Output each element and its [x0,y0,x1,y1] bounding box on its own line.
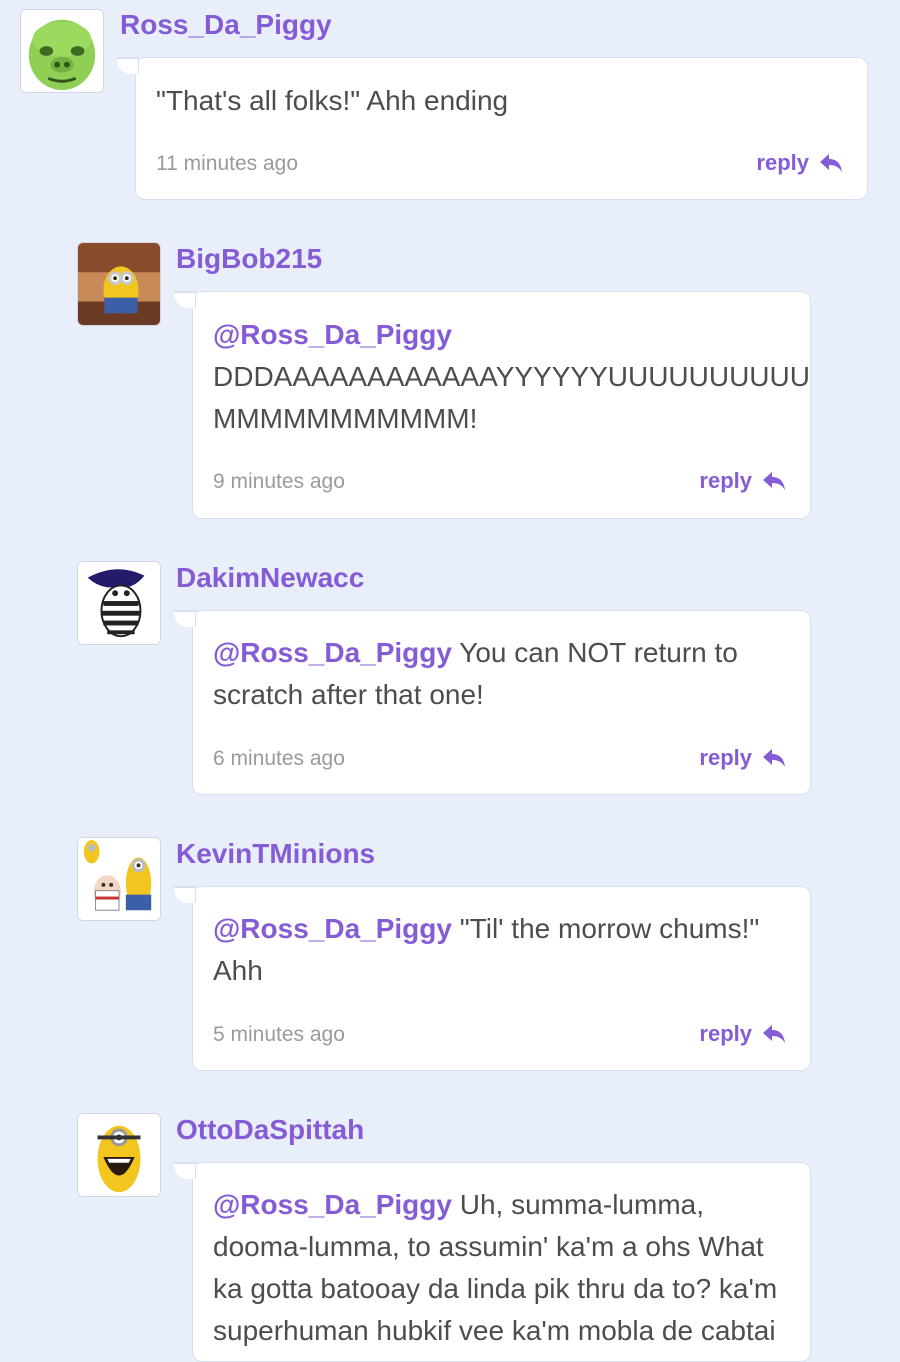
green-pig-avatar-icon [21,10,103,92]
timestamp: 5 minutes ago [213,1023,345,1046]
comment-text: @Ross_Da_Piggy You can NOT return to scr… [213,632,786,716]
reply-arrow-icon [820,154,842,172]
username[interactable]: OttoDaSpittah [176,1114,364,1146]
reply-label: reply [699,468,752,493]
avatar[interactable] [20,9,104,93]
reply-label: reply [756,150,809,175]
mention-link[interactable]: @Ross_Da_Piggy [213,319,452,350]
username[interactable]: KevinTMinions [176,838,375,870]
mention-link[interactable]: @Ross_Da_Piggy [213,637,452,668]
reply-arrow-icon [763,749,785,767]
reply-label: reply [699,1021,752,1046]
avatar[interactable] [77,1113,161,1197]
reply-button[interactable]: reply [699,468,786,494]
timestamp: 6 minutes ago [213,747,345,770]
comment-body: DDDAAAAAAAAAAAAYYYYYYUUUUUUUUUU MMMMMMMM… [213,361,810,434]
laughing-minion-avatar-icon [78,1114,160,1196]
comment-bubble: "That's all folks!" Ahh ending 11 minute… [117,57,868,200]
username[interactable]: DakimNewacc [176,562,364,594]
comment-bubble: @Ross_Da_Piggy "Til' the morrow chums!" … [174,886,811,1071]
comment-text: @Ross_Da_Piggy Uh, summa-lumma, dooma-lu… [213,1184,786,1352]
reply-button[interactable]: reply [699,745,786,771]
avatar[interactable] [77,837,161,921]
comment-text: "That's all folks!" Ahh ending [156,80,843,122]
reply-arrow-icon [763,1025,785,1043]
comment-bubble: @Ross_Da_Piggy Uh, summa-lumma, dooma-lu… [174,1162,811,1362]
username[interactable]: BigBob215 [176,243,322,275]
timestamp: 9 minutes ago [213,470,345,493]
striped-character-avatar-icon [78,562,160,644]
comment-text: @Ross_Da_Piggy DDDAAAAAAAAAAAAYYYYYYUUUU… [213,314,810,440]
mention-link[interactable]: @Ross_Da_Piggy [213,1189,452,1220]
minion-avatar-icon [78,243,160,325]
reply-arrow-icon [763,472,785,490]
mention-link[interactable]: @Ross_Da_Piggy [213,913,452,944]
reply-button[interactable]: reply [756,150,843,176]
username[interactable]: Ross_Da_Piggy [120,9,332,41]
reply-label: reply [699,745,752,770]
avatar[interactable] [77,561,161,645]
comment-text: @Ross_Da_Piggy "Til' the morrow chums!" … [213,908,786,992]
comment-bubble: @Ross_Da_Piggy DDDAAAAAAAAAAAAYYYYYYUUUU… [174,291,811,519]
comment-bubble: @Ross_Da_Piggy You can NOT return to scr… [174,610,811,795]
minions-group-avatar-icon [78,838,160,920]
avatar[interactable] [77,242,161,326]
comment-body: "That's all folks!" Ahh ending [156,85,509,116]
timestamp: 11 minutes ago [156,152,299,175]
reply-button[interactable]: reply [699,1021,786,1047]
